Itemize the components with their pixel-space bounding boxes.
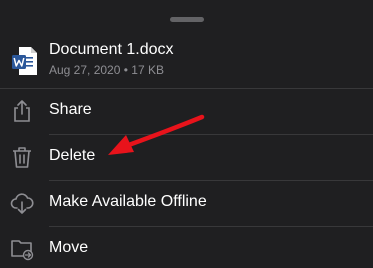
trash-icon [13, 147, 31, 168]
action-sheet: Document 1.docx Aug 27, 2020 • 17 KB Sha… [0, 0, 373, 268]
move-label: Move [49, 239, 89, 256]
delete-label: Delete [49, 147, 96, 164]
file-header: Document 1.docx Aug 27, 2020 • 17 KB [0, 36, 373, 88]
delete-menu-item[interactable]: Delete [0, 134, 373, 180]
share-icon [14, 100, 30, 122]
make-available-offline-menu-item[interactable]: Make Available Offline [0, 180, 373, 226]
share-label: Share [49, 101, 92, 118]
folder-move-icon [11, 240, 34, 261]
file-name: Document 1.docx [49, 41, 174, 58]
share-menu-item[interactable]: Share [0, 88, 373, 134]
move-menu-item[interactable]: Move [0, 226, 373, 268]
sheet-grabber-handle[interactable] [170, 17, 204, 22]
cloud-download-icon [10, 193, 34, 214]
word-document-icon [12, 47, 37, 75]
make-available-offline-label: Make Available Offline [49, 193, 207, 210]
file-meta: Aug 27, 2020 • 17 KB [49, 63, 164, 77]
